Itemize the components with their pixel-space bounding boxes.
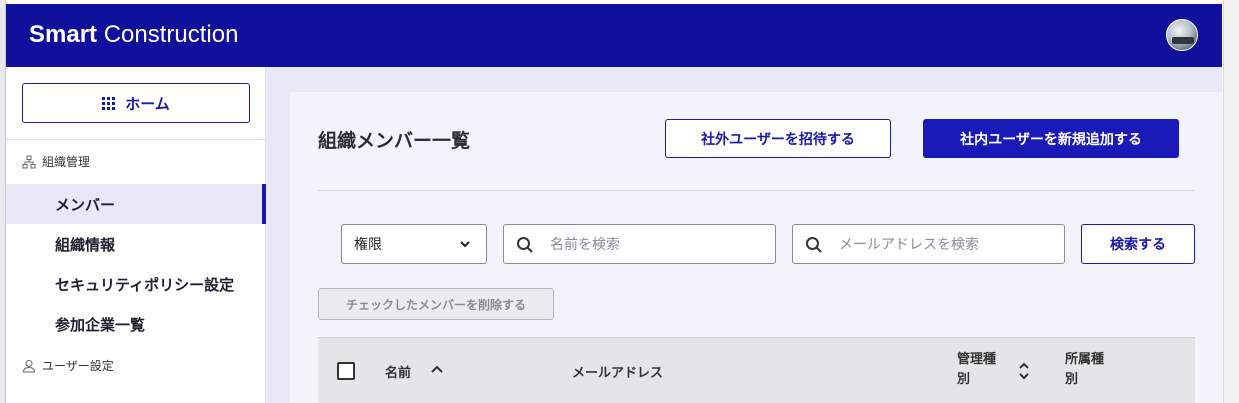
sidebar-item-members[interactable]: メンバー	[6, 184, 266, 224]
user-avatar[interactable]	[1166, 19, 1198, 51]
sidebar-divider	[6, 139, 266, 140]
column-header-name-label: 名前	[385, 366, 412, 381]
sidebar-section-org: 組織管理	[22, 153, 90, 170]
chevron-down-icon	[460, 241, 470, 248]
sort-both-icon[interactable]	[1017, 360, 1031, 382]
brand-logo[interactable]: Smart Construction	[29, 20, 238, 50]
home-button-label: ホーム	[125, 94, 170, 113]
name-search-input[interactable]	[550, 233, 750, 257]
sidebar-item-org-info[interactable]: 組織情報	[6, 224, 266, 264]
column-header-email: メールアドレス	[572, 362, 663, 381]
sidebar-item-label: 参加企業一覧	[55, 315, 146, 334]
role-select[interactable]: 権限	[341, 224, 487, 264]
table-header: 名前 メールアドレス 管理種別 所属種別	[318, 337, 1195, 403]
delete-checked-members-button[interactable]: チェックしたメンバーを削除する	[318, 288, 554, 320]
add-internal-user-button[interactable]: 社内ユーザーを新規追加する	[923, 119, 1179, 158]
sidebar-section-org-label: 組織管理	[42, 155, 91, 169]
org-chart-icon	[22, 155, 36, 168]
page-title: 組織メンバー一覧	[318, 130, 471, 152]
sidebar-item-label: 組織情報	[55, 235, 116, 254]
brand-light: Construction	[103, 21, 239, 48]
top-header: Smart Construction	[6, 4, 1222, 67]
home-button[interactable]: ホーム	[22, 83, 250, 123]
add-internal-user-label: 社内ユーザーを新規追加する	[960, 131, 1142, 148]
user-icon	[22, 359, 36, 372]
role-select-value: 権限	[354, 237, 382, 253]
card-divider	[318, 190, 1195, 191]
delete-checked-members-label: チェックしたメンバーを削除する	[345, 297, 526, 312]
column-header-admin-type-label: 管理種別	[957, 352, 997, 387]
sidebar-item-label: セキュリティポリシー設定	[55, 275, 235, 294]
scrollbar-track[interactable]	[1223, 0, 1239, 403]
column-header-affiliation-type-label: 所属種別	[1065, 352, 1105, 387]
sidebar-section-user: ユーザー設定	[22, 357, 114, 374]
column-header-email-label: メールアドレス	[572, 366, 664, 381]
column-header-admin-type[interactable]: 管理種別	[957, 350, 1001, 390]
email-search-field[interactable]	[792, 224, 1065, 264]
sidebar-item-security-policy[interactable]: セキュリティポリシー設定	[6, 264, 266, 304]
search-button-label: 検索する	[1110, 237, 1166, 253]
app-window: Smart Construction ホーム 組織管理 メンバー 組織情報 セキ…	[0, 0, 1239, 403]
brand-bold: Smart	[29, 21, 98, 48]
apps-grid-icon	[102, 96, 116, 110]
search-icon	[517, 237, 533, 253]
invite-external-user-button[interactable]: 社外ユーザーを招待する	[665, 119, 891, 158]
sidebar-item-companies[interactable]: 参加企業一覧	[6, 304, 266, 344]
search-button[interactable]: 検索する	[1081, 224, 1195, 264]
column-header-affiliation-type: 所属種別	[1065, 350, 1109, 390]
column-header-name[interactable]: 名前	[385, 362, 411, 381]
invite-external-user-label: 社外ユーザーを招待する	[701, 131, 855, 148]
select-all-checkbox[interactable]	[337, 362, 355, 380]
sidebar-item-label: メンバー	[55, 195, 116, 214]
sidebar-section-user-label: ユーザー設定	[42, 359, 114, 373]
email-search-input[interactable]	[839, 233, 1039, 257]
name-search-field[interactable]	[503, 224, 776, 264]
chevron-up-icon[interactable]	[430, 363, 444, 377]
sidebar: ホーム 組織管理 メンバー 組織情報 セキュリティポリシー設定 参加企業一覧 ユ…	[6, 67, 266, 403]
search-icon	[806, 237, 822, 253]
